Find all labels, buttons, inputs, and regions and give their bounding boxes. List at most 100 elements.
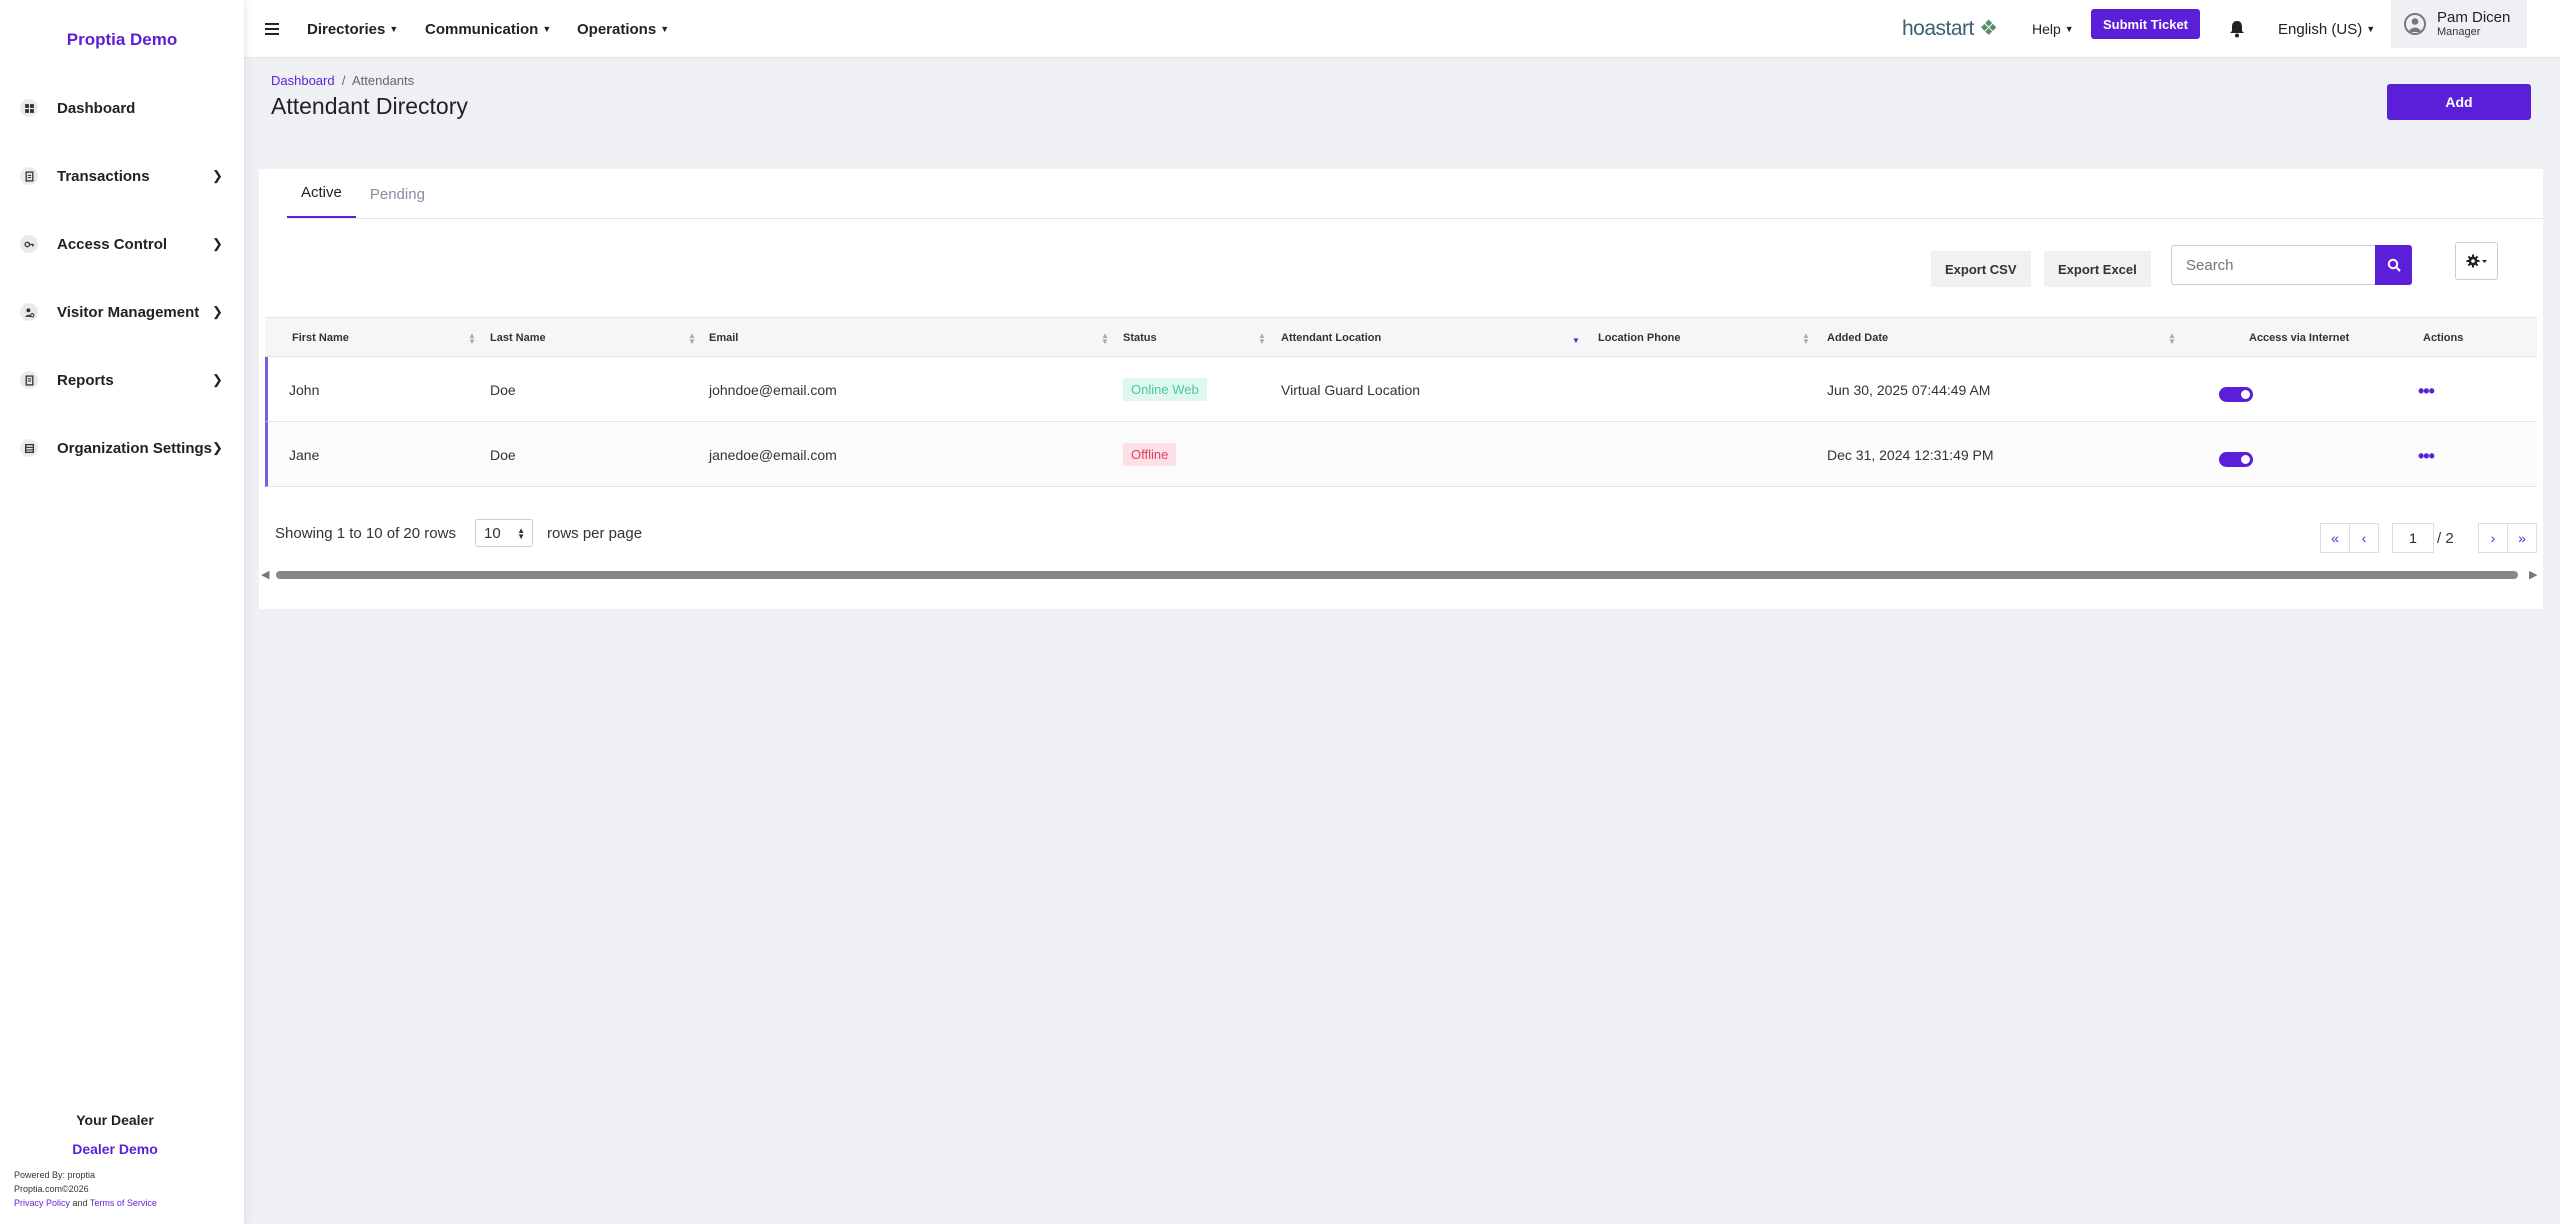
col-status[interactable]: Status [1123, 318, 1157, 358]
horizontal-scrollbar[interactable] [276, 571, 2518, 579]
visitor-icon [20, 303, 38, 321]
chevron-right-icon: ❯ [212, 236, 223, 251]
cell-last-name: Doe [490, 381, 516, 398]
sort-icon[interactable]: ▲ ▼ [1802, 332, 1810, 346]
menu-operations[interactable]: Operations ▼ [577, 0, 669, 58]
tab-active[interactable]: Active [287, 169, 356, 219]
dashboard-icon [20, 99, 38, 117]
more-actions-icon[interactable]: ••• [2418, 446, 2435, 467]
sidebar-item-organization-settings[interactable]: Organization Settings ❯ [0, 414, 244, 482]
double-chevron-left-icon: « [2331, 530, 2339, 546]
sort-icon[interactable]: ▲ ▼ [2168, 332, 2176, 346]
col-access-via-internet: Access via Internet [2249, 332, 2350, 344]
breadcrumb-dashboard[interactable]: Dashboard [271, 73, 335, 88]
select-arrows-icon: ▲ ▼ [517, 526, 525, 541]
sidebar-brand[interactable]: Proptia Demo [0, 30, 244, 50]
hoastart-logo[interactable]: hoastart ❖ [1902, 16, 1998, 41]
bell-icon[interactable] [2229, 0, 2245, 58]
sidebar: Proptia Demo Dashboard Transactions ❯ Ac… [0, 0, 244, 1224]
last-page-button[interactable]: » [2507, 523, 2537, 553]
receipt-icon [20, 167, 38, 185]
table-row[interactable]: Jane Doe janedoe@email.com Offline Dec 3… [265, 422, 2537, 487]
sidebar-item-reports[interactable]: Reports ❯ [0, 346, 244, 414]
more-actions-icon[interactable]: ••• [2418, 381, 2435, 402]
sidebar-item-transactions[interactable]: Transactions ❯ [0, 142, 244, 210]
scroll-left-icon[interactable]: ◀ [261, 568, 269, 581]
breadcrumb: Dashboard / Attendants [271, 73, 414, 88]
dealer-heading: Your Dealer [76, 1112, 154, 1128]
dealer-name[interactable]: Dealer Demo [0, 1141, 230, 1157]
export-excel-button[interactable]: Export Excel [2044, 251, 2151, 287]
sidebar-footer: Powered By: proptia Proptia.com©2026 Pri… [14, 1168, 157, 1210]
help-menu[interactable]: Help ▼ [2032, 0, 2074, 58]
column-settings-button[interactable] [2455, 242, 2498, 280]
search-button[interactable] [2375, 245, 2412, 285]
terms-link[interactable]: Terms of Service [90, 1198, 157, 1208]
attendant-card: Active Pending Export CSV Export Excel F… [259, 169, 2543, 609]
export-csv-button[interactable]: Export CSV [1931, 251, 2031, 287]
chevron-down-icon: ▼ [660, 24, 670, 34]
access-internet-toggle[interactable] [2219, 452, 2253, 467]
sidebar-item-label: Access Control [57, 235, 168, 253]
pagination-summary: Showing 1 to 10 of 20 rows [275, 525, 456, 542]
cell-added-date: Dec 31, 2024 12:31:49 PM [1827, 446, 1994, 463]
col-first-name[interactable]: First Name [292, 318, 349, 358]
sort-icon[interactable]: ▲ ▼ [468, 332, 476, 346]
attendant-table: First Name ▲ ▼ Last Name ▲ ▼ Email ▲ ▼ Stat… [265, 317, 2537, 487]
sidebar-item-label: Reports [57, 371, 114, 389]
sort-icon[interactable]: ▲ ▼ [688, 332, 696, 346]
sidebar-item-visitor-management[interactable]: Visitor Management ❯ [0, 278, 244, 346]
privacy-policy-link[interactable]: Privacy Policy [14, 1198, 70, 1208]
menu-directories[interactable]: Directories ▼ [307, 0, 398, 58]
report-icon [20, 371, 38, 389]
col-attendant-location[interactable]: Attendant Location [1281, 318, 1381, 358]
avatar-icon [2404, 13, 2426, 35]
chevron-right-icon: ❯ [212, 440, 223, 455]
page-number-input[interactable]: 1 [2392, 523, 2434, 553]
next-page-button[interactable]: › [2478, 523, 2508, 553]
sort-icon[interactable]: ▲ ▼ [1258, 332, 1266, 346]
rows-per-page-label: rows per page [547, 525, 643, 542]
menu-label: Operations [577, 20, 657, 38]
col-last-name[interactable]: Last Name [490, 318, 546, 358]
tab-divider [287, 218, 2543, 219]
access-internet-toggle[interactable] [2219, 387, 2253, 402]
col-actions: Actions [2423, 332, 2464, 344]
prev-page-button[interactable]: ‹ [2349, 523, 2379, 553]
sidebar-item-label: Dashboard [57, 99, 136, 117]
language-selector[interactable]: English (US) ▼ [2278, 0, 2375, 58]
table-header: First Name ▲ ▼ Last Name ▲ ▼ Email ▲ ▼ Stat… [265, 317, 2537, 357]
first-page-button[interactable]: « [2320, 523, 2350, 553]
col-location-phone[interactable]: Location Phone [1598, 318, 1681, 358]
add-button[interactable]: Add [2387, 84, 2531, 120]
cell-email: johndoe@email.com [709, 381, 837, 398]
menu-communication[interactable]: Communication ▼ [425, 0, 551, 58]
gear-icon [2466, 254, 2487, 268]
user-menu[interactable]: Pam Dicen Manager [2391, 0, 2527, 48]
rows-per-page-select[interactable]: 10 ▲ ▼ [475, 519, 533, 547]
chevron-right-icon: › [2490, 530, 2496, 546]
cell-added-date: Jun 30, 2025 07:44:49 AM [1827, 381, 1991, 398]
chevron-down-icon: ▼ [2064, 24, 2074, 34]
sort-icon[interactable]: ▲ ▼ [1101, 332, 1109, 346]
sort-desc-icon[interactable]: ▼ [1572, 337, 1580, 345]
scroll-right-icon[interactable]: ▶ [2529, 568, 2537, 581]
status-badge: Offline [1123, 443, 1177, 466]
page-title: Attendant Directory [271, 93, 468, 119]
search-input[interactable] [2171, 245, 2375, 285]
dealer-box: Your Dealer Dealer Demo [0, 1112, 230, 1157]
chevron-right-icon: ❯ [212, 304, 223, 319]
chevron-left-icon: ‹ [2361, 530, 2367, 546]
language-label: English (US) [2278, 20, 2363, 38]
sidebar-item-label: Organization Settings [57, 439, 213, 457]
table-row[interactable]: John Doe johndoe@email.com Online Web Vi… [265, 357, 2537, 422]
submit-ticket-button[interactable]: Submit Ticket [2091, 9, 2201, 39]
col-email[interactable]: Email [709, 318, 738, 358]
hamburger-icon[interactable] [265, 0, 279, 58]
sidebar-item-dashboard[interactable]: Dashboard [0, 74, 244, 142]
col-added-date[interactable]: Added Date [1827, 318, 1888, 358]
sidebar-nav: Dashboard Transactions ❯ Access Control … [0, 74, 244, 482]
status-badge: Online Web [1123, 378, 1207, 401]
tab-pending[interactable]: Pending [356, 169, 439, 219]
sidebar-item-access-control[interactable]: Access Control ❯ [0, 210, 244, 278]
